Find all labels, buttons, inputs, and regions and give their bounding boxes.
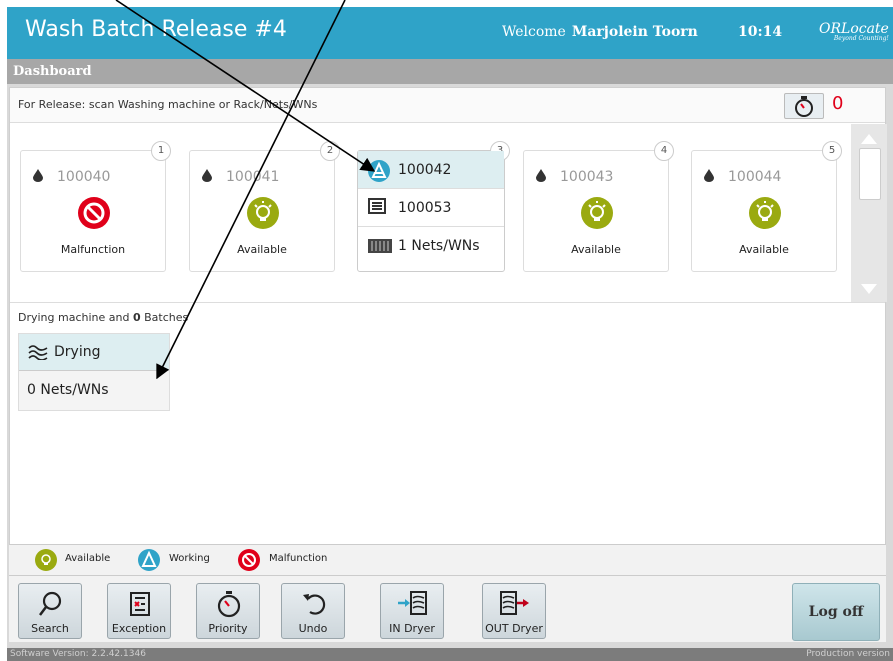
working-icon <box>138 549 160 571</box>
undo-button-label: Undo <box>298 622 328 635</box>
drying-summary: Drying machine and 0 Batches <box>18 311 188 324</box>
drop-icon <box>202 169 212 182</box>
drop-icon <box>536 169 546 182</box>
machine-id-text: 100041 <box>226 169 280 185</box>
machine-id-text: 100044 <box>728 169 782 185</box>
log-off-button[interactable]: Log off <box>792 583 880 641</box>
machine-id: 100040 <box>33 169 110 185</box>
stopwatch-icon <box>217 591 241 618</box>
machine-id: 100043 <box>536 169 613 185</box>
priority-count: 0 <box>832 93 844 114</box>
drying-card-title: Drying <box>54 344 101 360</box>
bottom-toolbar: Search Exception Priority Undo IN Dryer … <box>9 575 886 642</box>
undo-icon <box>303 594 326 615</box>
clock: 10:14 <box>738 24 783 40</box>
welcome-label: Welcome <box>502 24 566 40</box>
malfunction-icon <box>238 549 260 571</box>
page-title: Wash Batch Release #4 <box>25 17 287 42</box>
stopwatch-icon <box>795 96 813 117</box>
available-lightbulb-icon <box>247 197 279 229</box>
dashboard-panel: For Release: scan Washing machine or Rac… <box>9 87 887 570</box>
malfunction-icon <box>78 197 110 229</box>
status-legend: Available Working Malfunction <box>9 544 886 575</box>
user-name: Marjolein Toorn <box>571 24 698 40</box>
machine-status: Available <box>237 243 287 256</box>
nets-count: 1 Nets/WNs <box>398 238 480 254</box>
machine-number-badge: 4 <box>654 141 674 161</box>
drying-card[interactable]: Drying 0 Nets/WNs <box>18 333 170 411</box>
in-dryer-button[interactable]: IN Dryer <box>380 583 444 639</box>
search-button[interactable]: Search <box>18 583 82 639</box>
in-dryer-icon <box>398 591 427 615</box>
drying-summary-prefix: Drying machine and <box>18 311 130 324</box>
working-icon <box>368 160 390 182</box>
drying-summary-suffix: Batches <box>144 311 189 324</box>
machine-card[interactable]: 2 100041 Available <box>189 141 340 272</box>
drying-section: Drying machine and 0 Batches Drying 0 Ne… <box>10 302 885 543</box>
out-dryer-button[interactable]: OUT Dryer <box>482 583 546 639</box>
drying-nets: 0 Nets/WNs <box>27 382 109 398</box>
drying-card-header: Drying <box>19 334 169 371</box>
scroll-up-icon[interactable] <box>861 134 877 144</box>
machine-number-badge: 2 <box>320 141 340 161</box>
machine-card[interactable]: 5 100044 Available <box>691 141 842 272</box>
exception-button-label: Exception <box>111 622 167 635</box>
machine-card[interactable]: 1 100040 Malfunction <box>20 141 171 272</box>
legend-available: Available <box>65 553 111 564</box>
batch-id: 100053 <box>398 200 452 216</box>
title-bar: Wash Batch Release #4 Welcome Marjolein T… <box>7 7 893 59</box>
batch-row: 100053 <box>358 189 504 227</box>
scroll-down-icon[interactable] <box>861 284 877 294</box>
release-bar: For Release: scan Washing machine or Rac… <box>10 88 885 123</box>
machine-card[interactable]: 4 100043 Available <box>523 141 674 272</box>
machine-card-working[interactable]: 3 100042 100053 1 Nets/WNs <box>357 141 510 272</box>
legend-malfunction: Malfunction <box>269 553 328 564</box>
machine-id: 100044 <box>704 169 781 185</box>
undo-button[interactable]: Undo <box>281 583 345 639</box>
machine-status: Available <box>571 243 621 256</box>
machine-id: 100041 <box>202 169 279 185</box>
machines-scrollbar[interactable] <box>851 124 887 302</box>
batch-list-icon <box>368 198 386 214</box>
search-button-label: Search <box>31 622 69 635</box>
drying-waves-icon <box>28 345 48 360</box>
nets-icon <box>368 239 392 253</box>
available-lightbulb-icon <box>749 197 781 229</box>
exception-button[interactable]: Exception <box>107 583 171 639</box>
search-icon <box>39 591 62 616</box>
release-instruction: For Release: scan Washing machine or Rac… <box>18 98 318 111</box>
machine-number-badge: 5 <box>822 141 842 161</box>
machine-id-text: 100040 <box>57 169 111 185</box>
out-dryer-icon <box>500 591 529 615</box>
priority-button-label: Priority <box>208 622 248 635</box>
drop-icon <box>704 169 714 182</box>
out-dryer-button-label: OUT Dryer <box>485 622 543 635</box>
priority-indicator[interactable] <box>784 93 824 119</box>
machine-id-text: 100042 <box>398 162 452 178</box>
available-lightbulb-icon <box>581 197 613 229</box>
available-lightbulb-icon <box>35 549 57 571</box>
nets-row: 1 Nets/WNs <box>358 227 504 264</box>
legend-working: Working <box>169 553 210 564</box>
machine-id-text: 100043 <box>560 169 614 185</box>
machine-status: Available <box>739 243 789 256</box>
priority-button[interactable]: Priority <box>196 583 260 639</box>
logo: ORLocate Beyond Counting! <box>819 21 889 42</box>
in-dryer-button-label: IN Dryer <box>389 622 435 635</box>
scroll-thumb[interactable] <box>859 148 881 200</box>
washing-machines: 1 100040 Malfunction 2 100041 Available … <box>10 124 849 302</box>
drop-icon <box>33 169 43 182</box>
machine-number-badge: 1 <box>151 141 171 161</box>
machine-id-row: 100042 <box>358 151 504 189</box>
welcome-text: Welcome Marjolein Toorn <box>502 24 698 40</box>
tab-dashboard[interactable]: Dashboard <box>7 59 893 84</box>
exception-icon <box>130 592 150 616</box>
machine-status: Malfunction <box>60 243 126 256</box>
drying-batch-count: 0 <box>132 311 141 324</box>
